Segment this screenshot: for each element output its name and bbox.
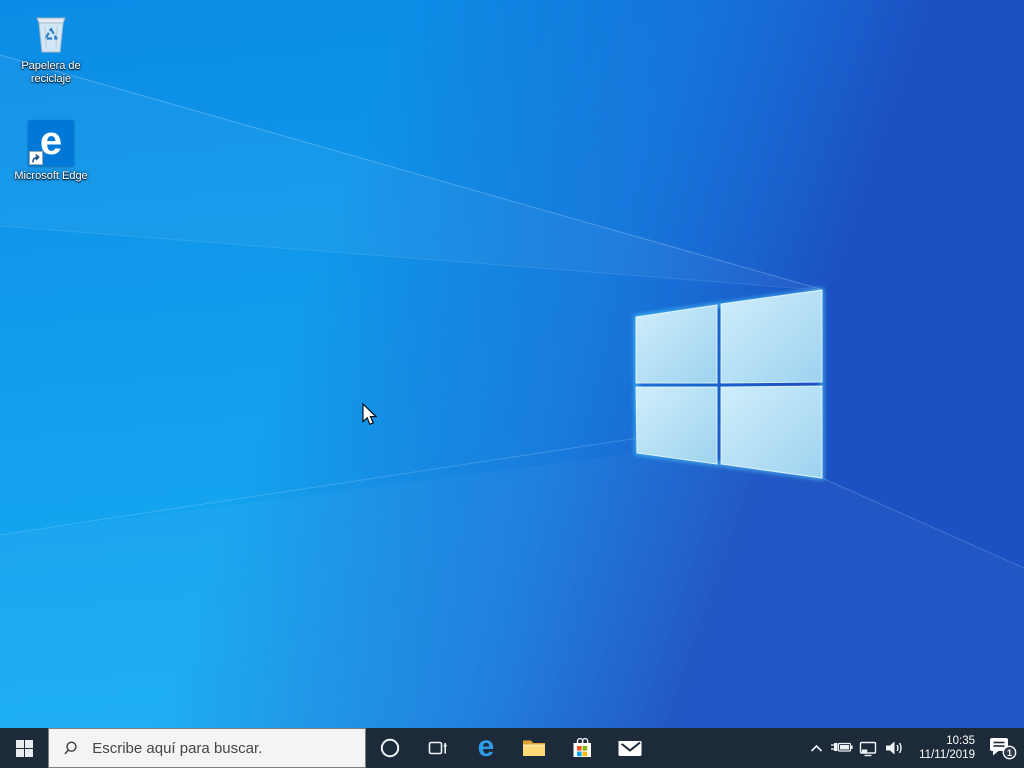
- shortcut-arrow-icon: [29, 151, 43, 165]
- taskbar-search[interactable]: [48, 728, 366, 768]
- action-center-button[interactable]: 1: [982, 728, 1024, 768]
- edge-tile-icon: e: [28, 120, 74, 166]
- windows-logo-pane-top-left: [636, 305, 717, 383]
- edge-icon: e: [478, 732, 495, 762]
- start-button[interactable]: [0, 728, 48, 768]
- volume-icon: [884, 739, 905, 757]
- wallpaper-image: [0, 0, 1024, 728]
- microsoft-store-icon: [570, 736, 594, 760]
- taskbar-button-task-view[interactable]: [414, 728, 462, 768]
- notification-badge-count: 1: [1007, 748, 1012, 758]
- tray-battery[interactable]: [829, 728, 855, 768]
- recycle-bin-icon: [27, 9, 75, 57]
- system-tray: 10:35 11/11/2019 1: [803, 728, 1024, 768]
- windows-logo-pane-top-right: [721, 290, 822, 383]
- taskbar-button-mail[interactable]: [606, 728, 654, 768]
- windows-logo-pane-bottom-right: [721, 386, 822, 478]
- desktop-icon-recycle-bin[interactable]: Papelera de reciclaje: [12, 8, 90, 86]
- action-center-icon: 1: [988, 735, 1018, 761]
- network-icon: [858, 740, 878, 757]
- clock-time: 10:35: [946, 734, 975, 748]
- tray-volume[interactable]: [880, 728, 908, 768]
- taskbar-button-microsoft-store[interactable]: [558, 728, 606, 768]
- taskbar-button-edge[interactable]: e: [462, 728, 510, 768]
- search-input[interactable]: [90, 739, 357, 758]
- file-explorer-icon: [521, 737, 547, 759]
- battery-charging-icon: [830, 740, 854, 756]
- task-view-icon: [428, 739, 448, 757]
- desktop-icon-microsoft-edge[interactable]: e Microsoft Edge: [12, 118, 90, 183]
- chevron-up-icon: [810, 744, 823, 753]
- tray-clock[interactable]: 10:35 11/11/2019: [908, 728, 982, 768]
- taskbar-button-file-explorer[interactable]: [510, 728, 558, 768]
- taskbar: e: [0, 728, 1024, 768]
- clock-date: 11/11/2019: [919, 748, 975, 762]
- tray-network[interactable]: [855, 728, 880, 768]
- search-icon: [63, 740, 78, 757]
- windows-logo-pane-bottom-left: [636, 387, 717, 464]
- cortana-icon: [379, 737, 401, 759]
- edge-letter: e: [40, 121, 62, 161]
- recycle-bin-label: Papelera de reciclaje: [12, 60, 90, 86]
- desktop: Papelera de reciclaje e Microsoft Edge: [0, 0, 1024, 768]
- tray-show-hidden-icons[interactable]: [803, 728, 829, 768]
- mail-icon: [617, 738, 643, 758]
- edge-label: Microsoft Edge: [12, 170, 90, 183]
- windows-logo-icon: [16, 740, 33, 757]
- taskbar-button-cortana[interactable]: [366, 728, 414, 768]
